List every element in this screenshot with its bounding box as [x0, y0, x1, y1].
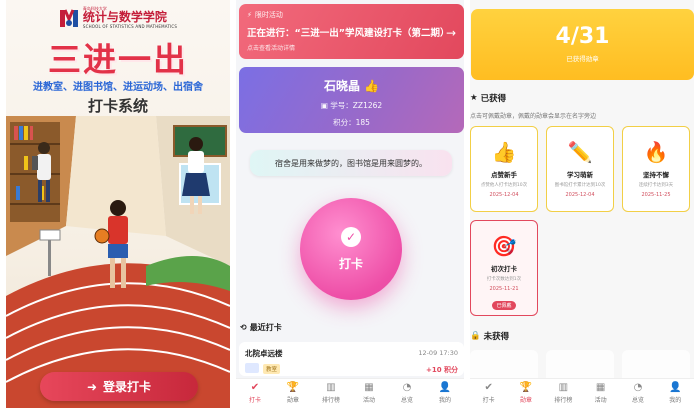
earned-section-title: ★ 已获得: [470, 92, 506, 104]
tab-leaderboard[interactable]: ▥ 排行榜: [545, 379, 582, 408]
badge-date: 2025-12-04: [489, 192, 519, 198]
tab-activities[interactable]: ▦ 活动: [582, 379, 619, 408]
user-icon: 👤: [669, 382, 682, 393]
tab-leaderboard[interactable]: ▥ 排行榜: [312, 379, 350, 408]
worn-badge-tag: 已佩戴: [492, 301, 516, 310]
badge-desc: 连续打卡达到3天: [638, 183, 674, 188]
tab-checkin[interactable]: ✔ 打卡: [470, 379, 507, 408]
badges-screen: 4/31 已获得勋章 ★ 已获得 点击可佩戴勋章，佩戴的勋章会显示在名字旁边 👍…: [470, 0, 694, 408]
activity-tag: 限时活动: [254, 11, 283, 19]
tab-bar: ✔ 打卡 🏆 勋章 ▥ 排行榜 ▦ 活动 ◔ 总览 👤 我的: [236, 378, 464, 408]
recent-title: ⟲ 最近打卡: [240, 322, 282, 333]
star-icon: ★: [470, 93, 478, 103]
trophy-icon: 🏆: [519, 382, 533, 393]
school-header: 青岛科技大学 统计与数学学院 SCHOOL OF STATISTICS AND …: [6, 6, 230, 29]
recent-time: 12-09 17:30: [418, 349, 458, 357]
check-icon: ✓: [341, 226, 361, 247]
tab-profile[interactable]: 👤 我的: [657, 379, 694, 408]
history-icon: ⟲: [240, 323, 247, 332]
tab-overview[interactable]: ◔ 总览: [388, 379, 426, 408]
id-card-icon: ▣: [320, 101, 331, 110]
tab-badges[interactable]: 🏆 勋章: [507, 379, 544, 408]
campus-illustration: [6, 116, 230, 408]
school-logo-icon: [59, 8, 78, 27]
tab-bar: ✔ 打卡 🏆 勋章 ▥ 排行榜 ▦ 活动 ◔ 总览 👤 我的: [470, 378, 694, 408]
badge-desc: 点赞他人打卡达到10次: [480, 183, 528, 188]
activity-lightning-icon: ⚡: [247, 11, 252, 19]
login-screen: 青岛科技大学 统计与数学学院 SCHOOL OF STATISTICS AND …: [6, 0, 230, 408]
school-english-name: SCHOOL OF STATISTICS AND MATHEMATICS: [82, 24, 178, 29]
tab-profile[interactable]: 👤 我的: [426, 379, 464, 408]
badge-count-label: 已获得勋章: [566, 55, 599, 63]
badge-first-checkin[interactable]: 🎯 初次打卡 打卡次数达到1次 2025-11-21 已佩戴: [470, 220, 538, 316]
login-button-label: 登录打卡: [103, 380, 152, 394]
badge-desc: 图书馆打卡累计达到10次: [554, 183, 606, 188]
hero-title: 三进一出: [48, 40, 188, 79]
user-icon: 👤: [438, 382, 452, 393]
bar-chart-icon: ▥: [558, 382, 569, 393]
student-id: 学号：ZZ1262: [330, 101, 383, 110]
unearned-section-title: 🔒 未获得: [470, 330, 509, 342]
badge-date: 2025-12-04: [565, 192, 595, 198]
user-name: 石晓晶 👍: [323, 79, 380, 93]
calendar-icon: ▦: [364, 382, 374, 393]
badge-summary: 4/31 已获得勋章: [471, 9, 694, 80]
badge-note: 点击可佩戴勋章，佩戴的勋章会显示在名字旁边: [470, 113, 597, 120]
activity-title: 正在进行：“三进一出”学风建设打卡（第二期）: [247, 28, 450, 39]
checkin-screen: ⚡ 限时活动 正在进行：“三进一出”学风建设打卡（第二期） 点击查看活动详情 → …: [236, 0, 464, 408]
activity-desc: 点击查看活动详情: [247, 45, 296, 52]
login-arrow-icon: ➜: [86, 379, 98, 394]
badge-date: 2025-11-21: [489, 286, 519, 292]
earned-title: 已获得: [480, 94, 507, 104]
tab-checkin[interactable]: ✔ 打卡: [236, 379, 274, 408]
user-points: 积分：185: [333, 118, 370, 127]
badge-name: 点赞新手: [491, 171, 517, 179]
system-title: 打卡系统: [87, 97, 148, 115]
login-checkin-button[interactable]: ➜ 登录打卡: [40, 372, 198, 401]
checkin-tab-icon: ✔: [250, 382, 260, 393]
tab-activities[interactable]: ▦ 活动: [350, 379, 388, 408]
lock-icon: 🔒: [470, 331, 481, 341]
hero-subtitle: 进教室、进图书馆、进运动场、出宿舍: [33, 82, 203, 93]
activity-banner[interactable]: ⚡ 限时活动 正在进行：“三进一出”学风建设打卡（第二期） 点击查看活动详情 →: [239, 4, 464, 59]
badge-persistence[interactable]: 🔥 坚持不懈 连续打卡达到3天 2025-11-25: [622, 126, 690, 212]
arrow-right-icon: →: [445, 26, 456, 40]
checkin-button[interactable]: ✓ 打卡: [300, 198, 402, 300]
checkin-tab-icon: ✔: [484, 382, 493, 393]
trophy-icon: 🏆: [286, 382, 300, 393]
dashboard-icon: ◔: [402, 382, 412, 393]
thumbs-up-icon: 👍: [491, 140, 517, 164]
motivational-quote: 宿舍是用来做梦的，图书馆是用来圆梦的。: [250, 150, 452, 176]
target-icon: 🎯: [491, 234, 517, 258]
badge-like-novice[interactable]: 👍 点赞新手 点赞他人打卡达到10次 2025-12-04: [470, 126, 538, 212]
recent-tag: 教室: [263, 364, 281, 374]
badge-name: 学习萌新: [567, 171, 593, 179]
dashboard-icon: ◔: [633, 382, 643, 393]
tab-overview[interactable]: ◔ 总览: [619, 379, 656, 408]
recent-points: +10 积分: [425, 366, 458, 374]
badge-name: 初次打卡: [491, 265, 517, 273]
tab-badges[interactable]: 🏆 勋章: [274, 379, 312, 408]
school-name: 统计与数学学院: [82, 10, 167, 24]
badge-count: 4/31: [555, 24, 610, 49]
user-card: 石晓晶 👍 ▣ 学号：ZZ1262 积分：185: [239, 67, 464, 133]
bar-chart-icon: ▥: [326, 382, 336, 393]
badge-study-novice[interactable]: ✏️ 学习萌新 图书馆打卡累计达到10次 2025-12-04: [546, 126, 614, 212]
badge-date: 2025-11-25: [641, 192, 671, 198]
calendar-icon: ▦: [595, 382, 606, 393]
fire-icon: 🔥: [643, 140, 669, 164]
badge-desc: 打卡次数达到1次: [486, 277, 522, 282]
classroom-icon: [245, 363, 259, 373]
pencil-icon: ✏️: [567, 140, 593, 164]
badge-name: 坚持不懈: [643, 171, 669, 179]
checkin-button-label: 打卡: [338, 256, 363, 271]
unearned-title: 未获得: [483, 332, 510, 342]
recent-checkin-row[interactable]: 北院卓远楼 12-09 17:30 教室 +10 积分: [239, 342, 464, 376]
recent-title-label: 最近打卡: [249, 323, 282, 332]
